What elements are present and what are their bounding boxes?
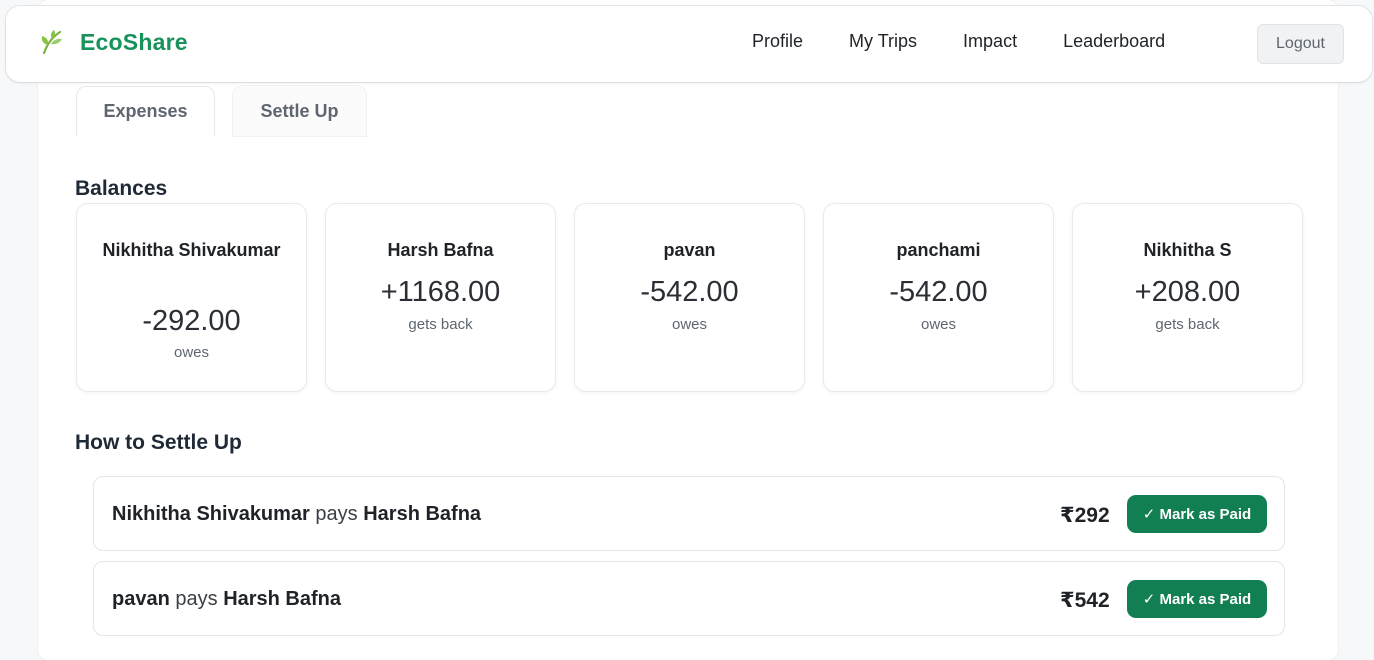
balance-status: owes bbox=[920, 316, 957, 333]
balance-card: Nikhitha S +208.00 gets back bbox=[1072, 203, 1303, 392]
payee-name: Harsh Bafna bbox=[363, 503, 482, 525]
balance-card: Nikhitha Shivakumar -292.00 owes bbox=[76, 203, 307, 392]
payer-name: Nikhitha Shivakumar bbox=[112, 503, 310, 525]
balance-name: Nikhitha Shivakumar bbox=[102, 240, 281, 260]
nav-link-leaderboard[interactable]: Leaderboard bbox=[1063, 31, 1165, 52]
balance-name: pavan bbox=[663, 240, 716, 260]
balance-amount: -542.00 bbox=[889, 276, 988, 308]
balance-status: gets back bbox=[1155, 316, 1220, 333]
balance-name: Harsh Bafna bbox=[387, 240, 494, 260]
nav-links: Profile My Trips Impact Leaderboard bbox=[752, 31, 1211, 52]
balance-status: gets back bbox=[408, 316, 473, 333]
balance-name: panchami bbox=[896, 240, 981, 260]
brand-name: EcoShare bbox=[80, 28, 188, 55]
balance-status: owes bbox=[173, 344, 210, 361]
balance-name: Nikhitha S bbox=[1143, 240, 1232, 260]
settlement-description: pavan pays Harsh Bafna bbox=[112, 588, 341, 611]
balance-card: pavan -542.00 owes bbox=[574, 203, 805, 392]
settlement-description: Nikhitha Shivakumar pays Harsh Bafna bbox=[112, 503, 481, 526]
payee-name: Harsh Bafna bbox=[223, 588, 341, 610]
balances-heading: Balances bbox=[75, 177, 168, 200]
mark-as-paid-button[interactable]: ✓ Mark as Paid bbox=[1127, 495, 1267, 533]
leaf-icon bbox=[41, 30, 62, 55]
nav-link-my-trips[interactable]: My Trips bbox=[849, 31, 917, 52]
brand[interactable]: EcoShare bbox=[38, 28, 188, 56]
settlement-row: pavan pays Harsh Bafna ₹542 ✓ Mark as Pa… bbox=[93, 561, 1285, 636]
balance-amount: -292.00 bbox=[142, 305, 241, 337]
pays-word: pays bbox=[315, 503, 358, 525]
navbar: EcoShare Profile My Trips Impact Leaderb… bbox=[6, 6, 1372, 82]
balance-amount: -542.00 bbox=[640, 276, 739, 308]
pays-word: pays bbox=[175, 588, 218, 610]
settlement-amount: ₹292 bbox=[1060, 504, 1110, 527]
balance-card: Harsh Bafna +1168.00 gets back bbox=[325, 203, 556, 392]
balance-amount: +208.00 bbox=[1134, 276, 1241, 308]
logout-button[interactable]: Logout bbox=[1257, 24, 1344, 64]
balance-card: panchami -542.00 owes bbox=[823, 203, 1054, 392]
balance-amount: +1168.00 bbox=[380, 276, 501, 308]
balance-status: owes bbox=[671, 316, 708, 333]
payer-name: pavan bbox=[112, 588, 170, 610]
settle-up-heading: How to Settle Up bbox=[75, 431, 242, 454]
nav-link-impact[interactable]: Impact bbox=[963, 31, 1017, 52]
settlement-amount: ₹542 bbox=[1060, 589, 1110, 612]
tab-settle-up[interactable]: Settle Up bbox=[233, 86, 366, 136]
tab-expenses[interactable]: Expenses bbox=[76, 86, 215, 136]
settlement-row: Nikhitha Shivakumar pays Harsh Bafna ₹29… bbox=[93, 476, 1285, 551]
nav-link-profile[interactable]: Profile bbox=[752, 31, 803, 52]
mark-as-paid-button[interactable]: ✓ Mark as Paid bbox=[1127, 580, 1267, 618]
